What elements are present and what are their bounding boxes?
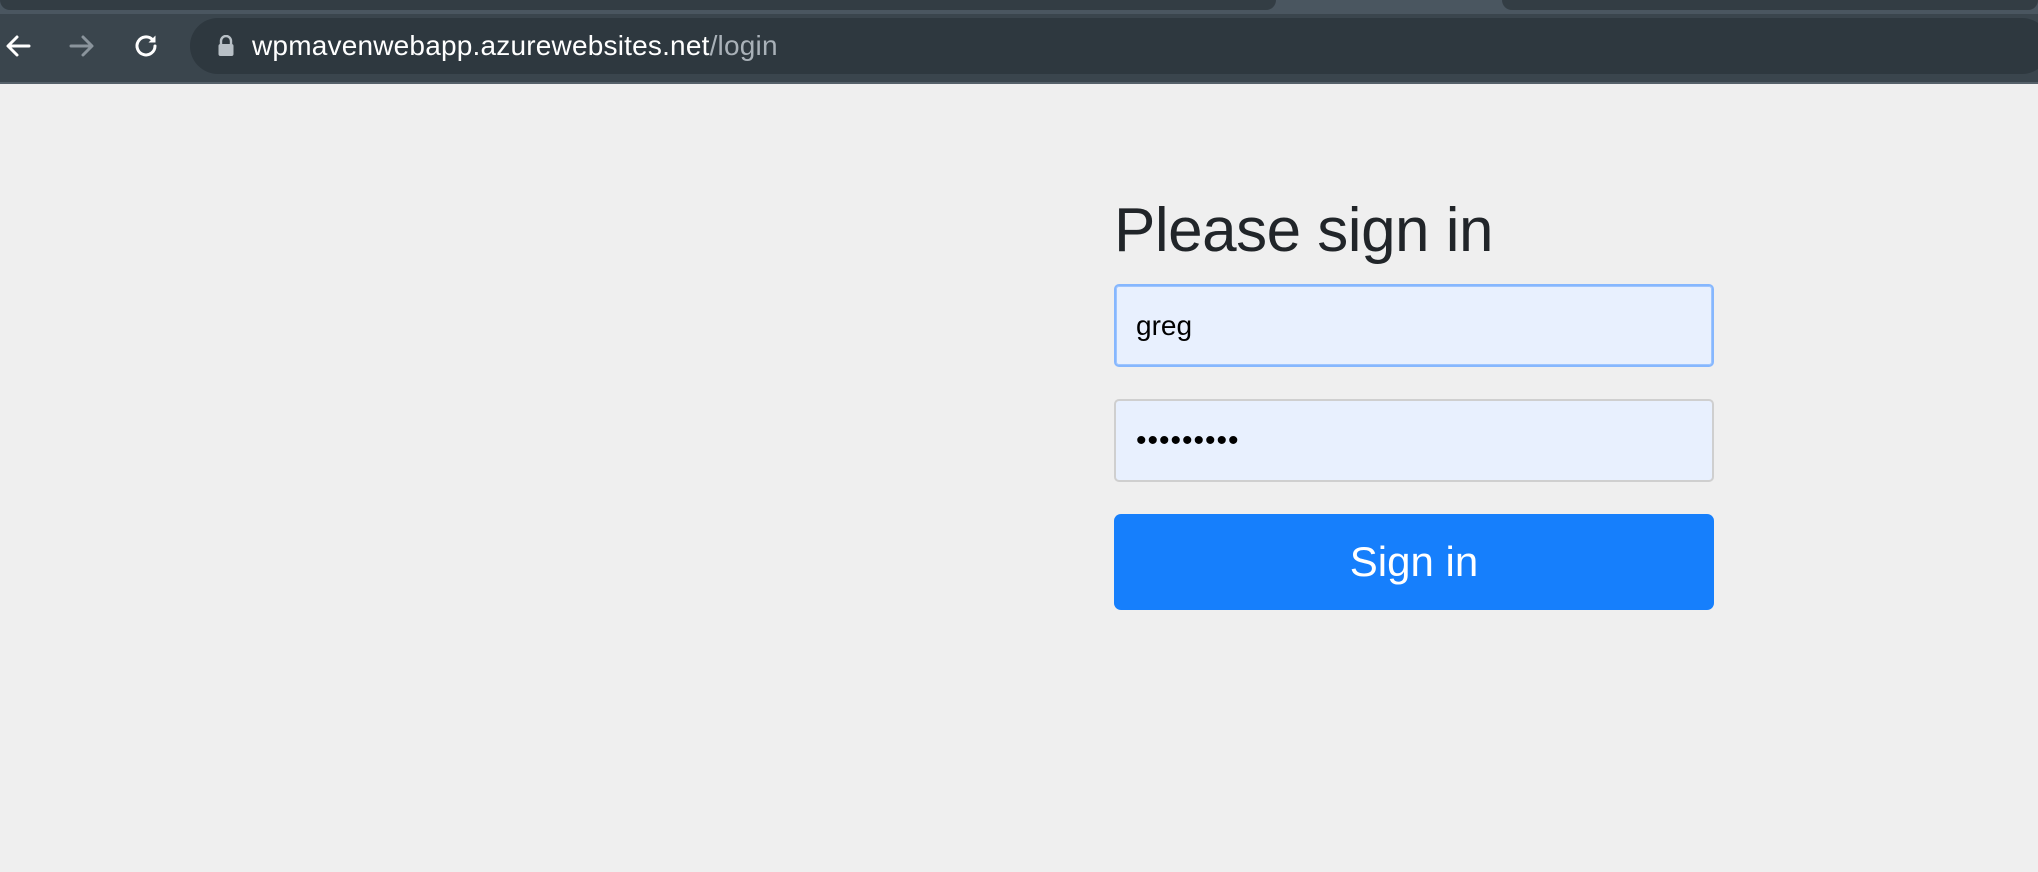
sign-in-button[interactable]: Sign in xyxy=(1114,514,1714,610)
back-arrow-icon xyxy=(6,35,31,57)
tab-strip xyxy=(0,0,2038,14)
url-text: wpmavenwebapp.azurewebsites.net/login xyxy=(252,30,778,62)
signin-form: Please sign in Sign in xyxy=(1114,190,1714,610)
forward-button[interactable] xyxy=(60,24,104,68)
url-path: /login xyxy=(709,30,778,61)
back-button[interactable] xyxy=(0,24,40,68)
url-host: wpmavenwebapp.azurewebsites.net xyxy=(252,30,710,61)
reload-icon xyxy=(135,35,157,57)
forward-arrow-icon xyxy=(69,35,94,57)
reload-button[interactable] xyxy=(124,24,168,68)
address-bar[interactable]: wpmavenwebapp.azurewebsites.net/login xyxy=(190,18,2038,74)
browser-tab[interactable] xyxy=(0,0,1276,10)
page-title: Please sign in xyxy=(1114,196,1494,265)
password-field[interactable] xyxy=(1114,399,1714,482)
browser-toolbar: wpmavenwebapp.azurewebsites.net/login xyxy=(0,0,2038,84)
username-field[interactable] xyxy=(1114,284,1714,367)
lock-icon[interactable] xyxy=(216,34,236,58)
browser-tab[interactable] xyxy=(1502,0,2038,10)
